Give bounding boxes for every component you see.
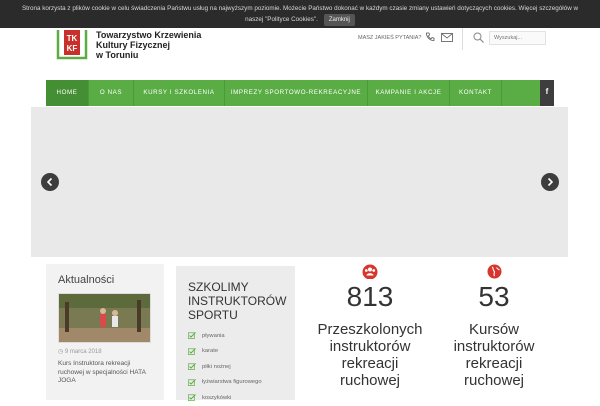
stat-label-line: Przeszkolonych <box>317 321 423 338</box>
news-date: ◷ 9 marca 2018 <box>58 349 102 355</box>
training-heading-line: SZKOLIMY <box>188 280 249 294</box>
training-heading-line: INSTRUKTORÓW <box>188 294 287 308</box>
org-name-line: Kultury Fizycznej <box>96 40 171 50</box>
org-name-line: w Toruniu <box>96 50 139 60</box>
ask-question-label: MASZ JAKIEŚ PYTANIA? <box>358 35 422 41</box>
stat-label-line: ruchowej <box>463 372 525 389</box>
stat-courses: 53 Kursów instruktorów rekreacji ruchowe… <box>438 264 550 389</box>
stat-label-line: ruchowej <box>339 372 401 389</box>
list-item: łyżwiarstwa figurowego <box>188 375 262 391</box>
cookie-text-line2: naszej "Polityce Cookies". <box>245 16 318 23</box>
org-name[interactable]: Towarzystwo Krzewienia Kultury Fizycznej… <box>96 30 201 60</box>
cookie-text-line1: Strona korzysta z plików cookie w celu ś… <box>21 5 579 12</box>
stat-number: 813 <box>346 281 394 312</box>
svg-text:KF: KF <box>67 44 78 53</box>
phone-icon[interactable] <box>425 32 435 42</box>
main-navigation: HOME O NAS KURSY I SZKOLENIA IMPREZY SPO… <box>46 80 554 106</box>
stat-label-line: rekreacji <box>341 355 399 372</box>
globe-icon <box>487 264 501 279</box>
training-item-label: piłki nożnej <box>202 363 231 370</box>
nav-item-campaigns[interactable]: KAMPANIE I AKCJE <box>368 80 450 106</box>
training-list: pływania karate piłki nożnej łyżwiarstwa… <box>188 328 262 406</box>
training-item-label: pływania <box>202 332 225 339</box>
check-icon <box>188 394 196 402</box>
check-icon <box>188 363 196 371</box>
list-item: karate <box>188 344 262 360</box>
list-item: pływania <box>188 328 262 344</box>
check-icon <box>188 378 196 386</box>
nav-item-contact[interactable]: KONTAKT <box>450 80 502 106</box>
news-date-value: 9 marca 2018 <box>64 349 102 355</box>
stat-label-line: instruktorów <box>329 338 411 355</box>
org-name-line: Towarzystwo Krzewienia <box>96 30 202 40</box>
stat-label-line: rekreacji <box>465 355 523 372</box>
chevron-left-icon <box>46 177 53 187</box>
mail-icon[interactable] <box>441 33 453 42</box>
stat-label: Kursów instruktorów rekreacji ruchowej <box>438 321 550 389</box>
check-icon <box>188 332 196 340</box>
cookie-close-button[interactable]: Zamknij <box>323 14 355 26</box>
site-header: TK KF Towarzystwo Krzewienia Kultury Fiz… <box>0 28 600 78</box>
list-item: koszykówki <box>188 390 262 406</box>
stat-label: Przeszkolonych instruktorów rekreacji ru… <box>305 321 435 389</box>
nav-item-about[interactable]: O NAS <box>89 80 134 106</box>
training-item-label: karate <box>202 348 219 355</box>
list-item: piłki nożnej <box>188 359 262 375</box>
news-panel: Aktualności ◷ 9 marca 2018 Kurs Instrukt… <box>46 264 164 400</box>
training-heading-line: SPORTU <box>188 308 238 322</box>
stat-label-line: Kursów <box>468 321 520 338</box>
facebook-icon[interactable]: f <box>540 80 554 106</box>
news-heading: Aktualności <box>58 274 115 286</box>
header-divider <box>462 28 463 50</box>
stat-number: 53 <box>478 281 510 312</box>
stat-trained-instructors: 813 Przeszkolonych instruktorów rekreacj… <box>305 264 435 389</box>
search-icon[interactable] <box>473 32 484 43</box>
hero-slider <box>31 107 568 257</box>
training-item-label: łyżwiarstwa figurowego <box>202 379 262 386</box>
slider-prev-button[interactable] <box>41 173 59 191</box>
stat-label-line: instruktorów <box>453 338 535 355</box>
news-photo[interactable] <box>58 293 151 343</box>
nav-item-courses[interactable]: KURSY I SZKOLENIA <box>134 80 225 106</box>
search-input[interactable] <box>489 31 546 45</box>
slider-next-button[interactable] <box>541 173 559 191</box>
check-icon <box>188 347 196 355</box>
nav-item-events[interactable]: IMPREZY SPORTOWO-REKREACYJNE <box>225 80 368 106</box>
chevron-right-icon <box>547 177 554 187</box>
cookie-bar: Strona korzysta z plików cookie w celu ś… <box>0 0 600 28</box>
training-panel: SZKOLIMY INSTRUKTORÓW SPORTU pływania ka… <box>176 266 295 402</box>
users-icon <box>362 264 378 279</box>
nav-item-home[interactable]: HOME <box>46 80 89 106</box>
svg-text:TK: TK <box>67 34 78 43</box>
news-article-link[interactable]: Kurs Instruktora rekreacji ruchowej w sp… <box>58 360 158 386</box>
training-heading: SZKOLIMY INSTRUKTORÓW SPORTU <box>188 280 286 322</box>
tkkf-logo[interactable]: TK KF <box>55 28 89 62</box>
